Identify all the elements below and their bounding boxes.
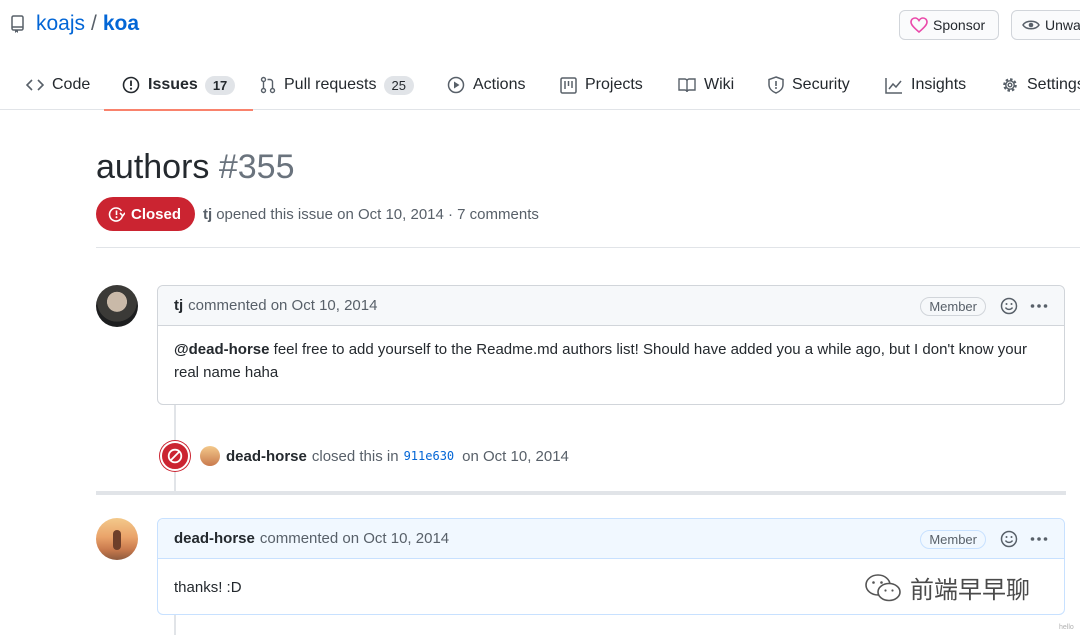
event-date[interactable]: on Oct 10, 2014 bbox=[462, 448, 569, 465]
issue-title: authors #355 bbox=[96, 148, 295, 187]
tab-actions[interactable]: Actions bbox=[447, 60, 525, 110]
issues-count-badge: 17 bbox=[204, 75, 236, 95]
kebab-horizontal-icon[interactable] bbox=[1030, 536, 1048, 542]
comment-text: feel free to add yourself to the Readme.… bbox=[174, 341, 1027, 381]
repo-separator: / bbox=[91, 12, 97, 35]
graph-icon bbox=[885, 77, 902, 94]
tab-issues[interactable]: Issues 17 bbox=[103, 60, 254, 111]
avatar-dead-horse-small[interactable] bbox=[200, 446, 220, 466]
tab-settings[interactable]: Settings bbox=[1001, 60, 1080, 110]
sponsor-label: Sponsor bbox=[933, 17, 986, 33]
gear-icon bbox=[1003, 78, 1017, 92]
comment-box: tj commented on Oct 10, 2014 Member @dea… bbox=[157, 285, 1065, 405]
avatar-tj[interactable] bbox=[96, 285, 138, 327]
member-badge: Member bbox=[920, 296, 986, 316]
watermark-small-text: hello bbox=[1059, 624, 1074, 631]
comment-text: thanks! :D bbox=[174, 579, 242, 596]
tab-code-label: Code bbox=[52, 76, 91, 93]
comment-timestamp[interactable]: commented on Oct 10, 2014 bbox=[260, 530, 449, 547]
issue-author-link[interactable]: tj bbox=[203, 206, 212, 223]
commit-link[interactable]: 911e630 bbox=[404, 449, 455, 463]
state-label: Closed bbox=[131, 205, 182, 223]
tab-wiki-label: Wiki bbox=[704, 76, 735, 93]
book-icon bbox=[678, 78, 696, 93]
comment-actions: Member bbox=[920, 519, 1048, 559]
shield-icon bbox=[768, 76, 784, 94]
repo-owner-link[interactable]: koajs bbox=[36, 12, 85, 36]
watermark: 前端早早聊 bbox=[864, 570, 1030, 605]
issue-icon bbox=[122, 76, 140, 94]
tab-insights[interactable]: Insights bbox=[885, 60, 966, 110]
project-icon bbox=[560, 76, 577, 94]
user-mention-link[interactable]: @dead-horse bbox=[174, 341, 269, 358]
closed-event: dead-horse closed this in 911e630 on Oct… bbox=[160, 441, 569, 471]
tab-security-label: Security bbox=[792, 76, 850, 93]
tab-code[interactable]: Code bbox=[26, 60, 90, 110]
comment-author-link[interactable]: dead-horse bbox=[174, 530, 255, 547]
closed-event-badge bbox=[160, 441, 190, 471]
comment-actions: Member bbox=[920, 286, 1048, 326]
issue-state-row: Closed tj opened this issue on Oct 10, 2… bbox=[96, 197, 539, 231]
watch-label: Unwatch bbox=[1045, 17, 1080, 33]
kebab-horizontal-icon[interactable] bbox=[1030, 303, 1048, 309]
header-divider bbox=[96, 247, 1080, 248]
event-actor-link[interactable]: dead-horse bbox=[226, 448, 307, 465]
timeline-line bbox=[174, 615, 176, 635]
code-icon bbox=[26, 79, 44, 91]
tab-actions-label: Actions bbox=[473, 76, 526, 93]
comment-author-link[interactable]: tj bbox=[174, 297, 183, 314]
watermark-text: 前端早早聊 bbox=[910, 577, 1030, 604]
event-action: closed this in bbox=[311, 447, 399, 465]
eye-icon bbox=[1022, 20, 1040, 30]
issue-title-text: authors bbox=[96, 148, 210, 186]
repo-header: koajs / koa Sponsor Unwatch Code bbox=[0, 0, 1080, 111]
tab-insights-label: Insights bbox=[911, 76, 967, 93]
sponsor-button[interactable]: Sponsor bbox=[899, 10, 999, 40]
smiley-icon[interactable] bbox=[1000, 297, 1018, 315]
comment-timestamp[interactable]: commented on Oct 10, 2014 bbox=[188, 297, 377, 314]
repo-nav-tabs: Code Issues 17 Pull requests 25 Actions … bbox=[0, 60, 1080, 111]
wechat-icon bbox=[865, 573, 901, 601]
avatar-dead-horse[interactable] bbox=[96, 518, 138, 560]
issue-closed-icon bbox=[108, 206, 125, 222]
comment-header: tj commented on Oct 10, 2014 Member bbox=[158, 286, 1064, 326]
repo-title: koajs / koa bbox=[10, 12, 139, 36]
closed-state-badge: Closed bbox=[96, 197, 196, 231]
tab-pull-requests[interactable]: Pull requests 25 bbox=[260, 60, 414, 110]
issue-number: #355 bbox=[218, 148, 295, 186]
tab-projects-label: Projects bbox=[585, 76, 643, 93]
timeline-divider bbox=[96, 491, 1066, 495]
repo-icon bbox=[11, 15, 24, 33]
issue-meta: opened this issue on Oct 10, 2014 · 7 co… bbox=[216, 205, 539, 223]
tab-projects[interactable]: Projects bbox=[560, 60, 643, 110]
member-badge: Member bbox=[920, 529, 986, 549]
comment-header: dead-horse commented on Oct 10, 2014 Mem… bbox=[158, 519, 1064, 559]
repo-name-link[interactable]: koa bbox=[103, 12, 139, 36]
pull-requests-count-badge: 25 bbox=[383, 75, 414, 95]
tab-issues-label: Issues bbox=[148, 76, 198, 93]
watch-button[interactable]: Unwatch bbox=[1011, 10, 1080, 40]
tab-security[interactable]: Security bbox=[768, 60, 850, 110]
heart-icon bbox=[910, 17, 928, 33]
comment-body: @dead-horse feel free to add yourself to… bbox=[158, 326, 1064, 396]
circle-slash-icon bbox=[167, 448, 183, 464]
tab-pull-requests-label: Pull requests bbox=[284, 76, 377, 93]
tab-wiki[interactable]: Wiki bbox=[678, 60, 734, 110]
smiley-icon[interactable] bbox=[1000, 530, 1018, 548]
play-icon bbox=[447, 76, 465, 94]
tab-settings-label: Settings bbox=[1027, 76, 1080, 93]
pull-request-icon bbox=[260, 76, 276, 94]
